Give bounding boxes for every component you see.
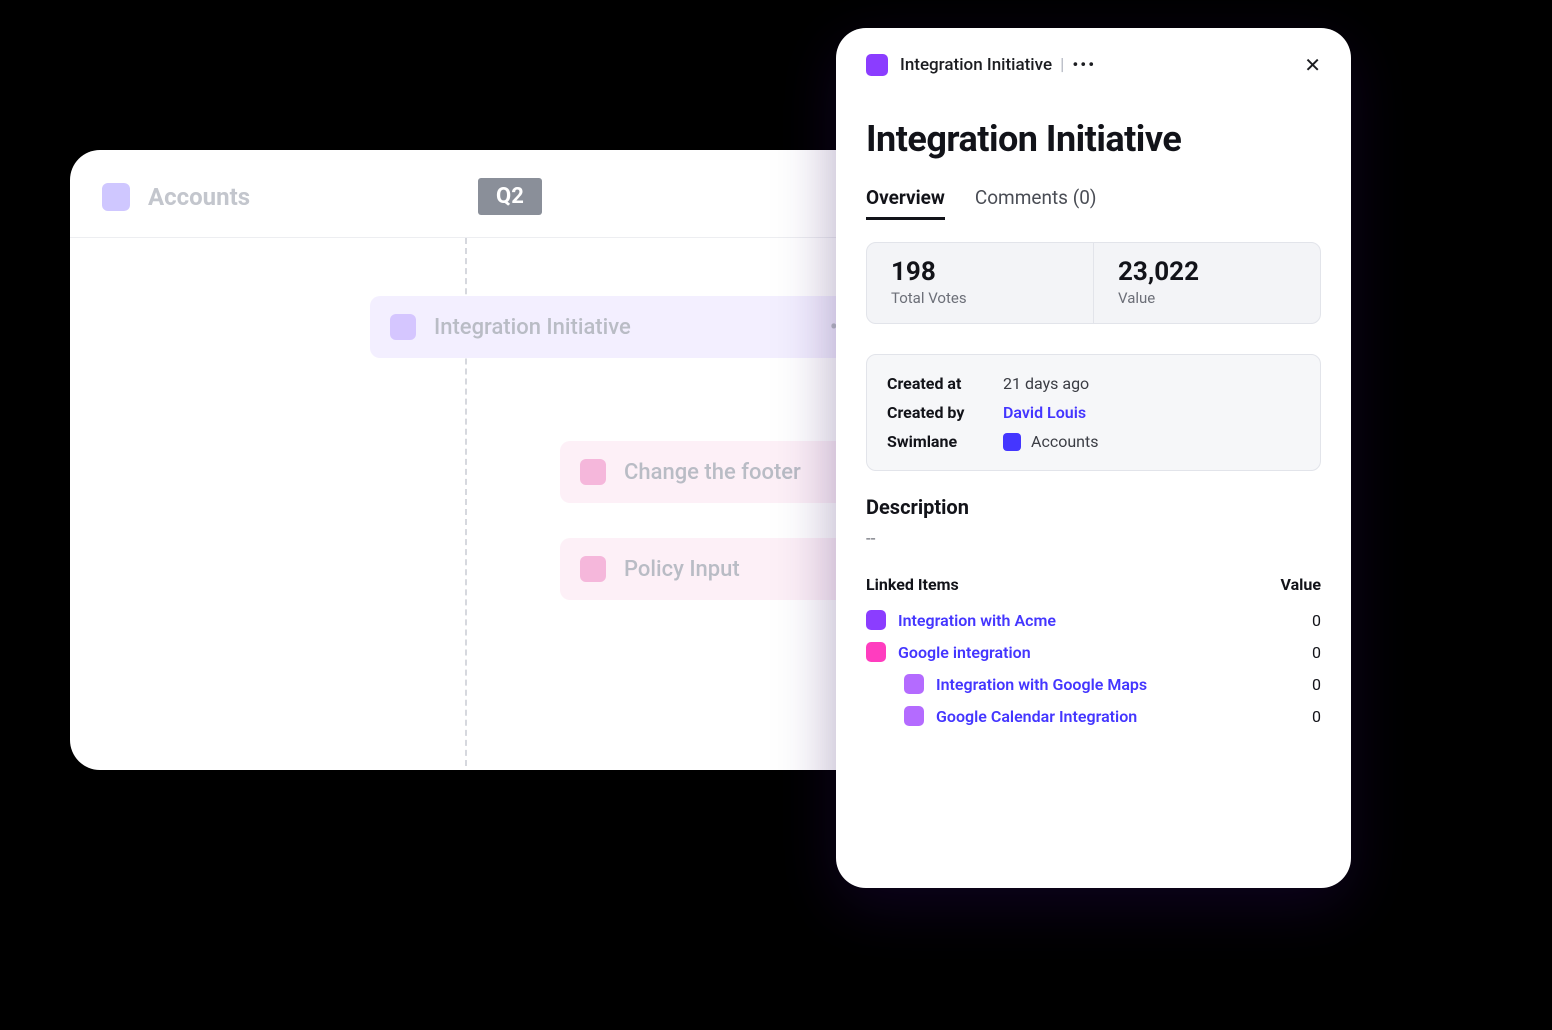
- linked-item-value: 0: [1312, 611, 1321, 630]
- meta-key: Created at: [887, 374, 987, 393]
- linked-item-color-chip: [904, 674, 924, 694]
- meta-box: Created at 21 days ago Created by David …: [866, 354, 1321, 471]
- meta-swimlane: Swimlane Accounts: [887, 427, 1300, 456]
- stat-label: Total Votes: [891, 289, 1069, 307]
- linked-item[interactable]: Google Calendar Integration 0: [866, 700, 1321, 732]
- stat-value: 23,022 Value: [1093, 243, 1320, 323]
- swimlane-name: Accounts: [1031, 432, 1098, 451]
- bar-label: Policy Input: [624, 557, 740, 582]
- swimlane-color-chip: [102, 183, 130, 211]
- linked-item-name[interactable]: Integration with Google Maps: [936, 675, 1147, 694]
- swimlane-chip-icon: [1003, 433, 1021, 451]
- quarter-badge: Q2: [478, 178, 542, 215]
- panel-tabs: Overview Comments (0): [866, 186, 1321, 220]
- tab-comments[interactable]: Comments (0): [975, 186, 1097, 220]
- stat-total-votes: 198 Total Votes: [867, 243, 1093, 323]
- board-body: Integration Initiative ••• Change the fo…: [70, 238, 910, 770]
- linked-item-value: 0: [1312, 707, 1321, 726]
- bar-label: Change the footer: [624, 460, 801, 485]
- linked-item-color-chip: [866, 642, 886, 662]
- close-icon[interactable]: ✕: [1304, 55, 1321, 75]
- bar-label: Integration Initiative: [434, 315, 631, 340]
- linked-item-name[interactable]: Google integration: [898, 643, 1031, 662]
- roadmap-board: Accounts Q2 Integration Initiative ••• C…: [70, 150, 910, 770]
- swimlane-title: Accounts: [148, 183, 250, 211]
- bar-color-chip: [580, 459, 606, 485]
- linked-value-label: Value: [1281, 575, 1322, 594]
- board-header: Accounts Q2: [70, 150, 910, 238]
- tab-overview[interactable]: Overview: [866, 186, 945, 220]
- bar-color-chip: [390, 314, 416, 340]
- panel-color-chip: [866, 54, 888, 76]
- meta-value-link[interactable]: David Louis: [1003, 403, 1086, 422]
- linked-item-name[interactable]: Google Calendar Integration: [936, 707, 1137, 726]
- meta-value: 21 days ago: [1003, 374, 1089, 393]
- stat-value: 198: [891, 257, 1069, 287]
- description-body: --: [866, 529, 1321, 549]
- panel-title: Integration Initiative: [866, 118, 1321, 160]
- timeline-bar-integration-initiative[interactable]: Integration Initiative •••: [370, 296, 880, 358]
- stat-label: Value: [1118, 289, 1296, 307]
- linked-item-value: 0: [1312, 675, 1321, 694]
- linked-item-name[interactable]: Integration with Acme: [898, 611, 1056, 630]
- meta-created-at: Created at 21 days ago: [887, 369, 1300, 398]
- linked-item[interactable]: Integration with Acme 0: [866, 604, 1321, 636]
- linked-items-header: Linked Items Value: [866, 575, 1321, 594]
- breadcrumb[interactable]: Integration Initiative | •••: [900, 55, 1096, 75]
- breadcrumb-more-icon[interactable]: •••: [1072, 55, 1096, 75]
- meta-key: Created by: [887, 403, 987, 422]
- linked-item-color-chip: [904, 706, 924, 726]
- description-heading: Description: [866, 495, 1321, 519]
- linked-item[interactable]: Integration with Google Maps 0: [866, 668, 1321, 700]
- panel-header: Integration Initiative | ••• ✕: [866, 54, 1321, 76]
- linked-item[interactable]: Google integration 0: [866, 636, 1321, 668]
- detail-panel: Integration Initiative | ••• ✕ Integrati…: [836, 28, 1351, 888]
- stats-box: 198 Total Votes 23,022 Value: [866, 242, 1321, 324]
- breadcrumb-title: Integration Initiative: [900, 55, 1052, 75]
- linked-items-list: Integration with Acme0Google integration…: [866, 604, 1321, 732]
- stat-value: 23,022: [1118, 257, 1296, 287]
- linked-items-label: Linked Items: [866, 575, 959, 594]
- linked-item-color-chip: [866, 610, 886, 630]
- breadcrumb-separator: |: [1060, 55, 1064, 75]
- meta-key: Swimlane: [887, 432, 987, 451]
- meta-value: Accounts: [1003, 432, 1098, 451]
- bar-color-chip: [580, 556, 606, 582]
- meta-created-by: Created by David Louis: [887, 398, 1300, 427]
- linked-item-value: 0: [1312, 643, 1321, 662]
